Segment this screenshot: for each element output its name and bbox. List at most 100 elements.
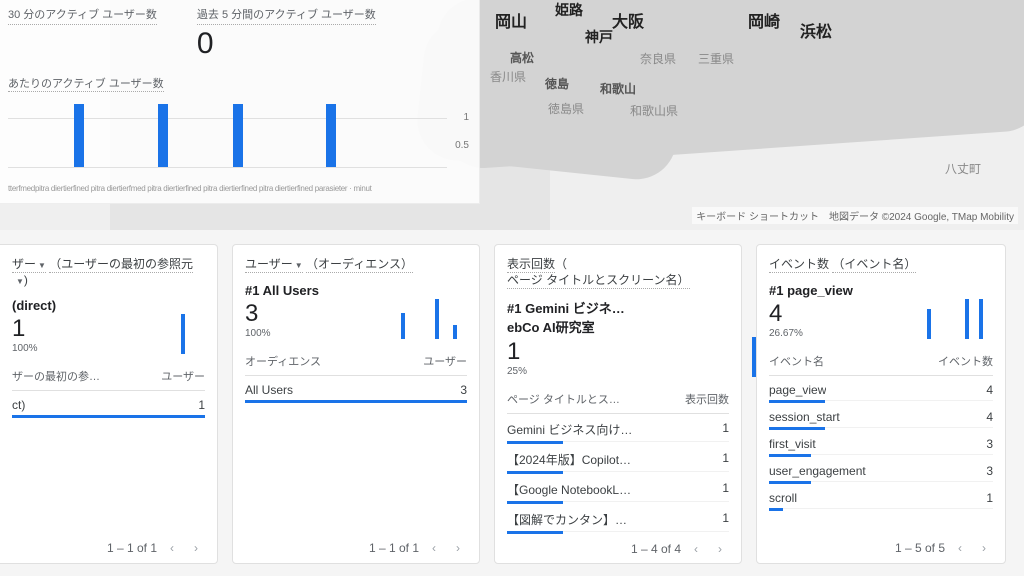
card4-pager: 1 – 5 of 5 ‹ ›	[769, 533, 993, 557]
row-key: Gemini ビジネス向け…	[507, 421, 632, 438]
active-5min-title: 過去 5 分間のアクティブ ユーザー数	[197, 6, 376, 25]
pager-prev-icon[interactable]: ‹	[687, 540, 705, 558]
card3-rank-value: 1	[507, 338, 652, 366]
card3-rank-prefix: #1	[507, 301, 525, 316]
table-row[interactable]: 【2024年版】Copilot… 1	[507, 444, 729, 472]
card1-sparkline	[95, 310, 205, 354]
row-key: user_engagement	[769, 464, 866, 478]
card4-pager-text: 1 – 5 of 5	[895, 541, 945, 555]
card4-rank-value: 4	[769, 300, 853, 328]
table-row[interactable]: Gemini ビジネス向け…1	[507, 414, 729, 442]
pager-prev-icon[interactable]: ‹	[425, 539, 443, 557]
table-row[interactable]: All Users 3	[245, 376, 467, 401]
row-key: scroll	[769, 491, 797, 505]
pager-prev-icon[interactable]: ‹	[163, 539, 181, 557]
row-val: 4	[986, 383, 993, 397]
row-key: first_visit	[769, 437, 816, 451]
card2-rank-value: 3	[245, 300, 319, 328]
row-val: 1	[722, 511, 729, 528]
card2-rank-label: All Users	[263, 283, 319, 298]
y-tick-05: 0.5	[455, 140, 469, 151]
card3-rank-pct: 25%	[507, 366, 652, 377]
card2-th-value: ユーザー	[423, 353, 467, 369]
realtime-overlay-panel: 30 分のアクティブ ユーザー数 過去 5 分間のアクティブ ユーザー数 0 あ…	[0, 0, 480, 204]
card3-rank-label: Gemini ビジネ…ebCo AI研究室	[507, 301, 625, 335]
table-row[interactable]: 【図解でカンタン】… 1	[507, 504, 729, 532]
pager-next-icon[interactable]: ›	[711, 540, 729, 558]
map-label-wakayamaken: 和歌山県	[630, 102, 678, 119]
card4-th-value: イベント数	[938, 353, 993, 369]
table-row[interactable]: 【Google NotebookL… 1	[507, 474, 729, 502]
card3-th-key: ページ タイトルとス…	[507, 391, 620, 407]
card3-pager: 1 – 4 of 4 ‹ ›	[507, 534, 729, 558]
card2-th-key: オーディエンス	[245, 353, 321, 369]
map-label-kobe: 神戸	[585, 27, 613, 47]
map-label-takamatsu: 高松	[510, 49, 534, 66]
row-key: session_start	[769, 410, 840, 424]
row-val: 3	[986, 437, 993, 451]
card1-pager-text: 1 – 1 of 1	[107, 541, 157, 555]
card1-th-key: ザーの最初の参…	[12, 368, 100, 384]
row-key: 【図解でカンタン】…	[507, 511, 627, 528]
map-attribution: キーボード ショートカット 地図データ ©2024 Google, TMap M…	[692, 207, 1018, 224]
table-row[interactable]: ct) 1	[12, 391, 205, 416]
card-events: イベント数 （イベント名） #1 page_view 4 26.67% イベント…	[756, 244, 1006, 564]
card2-pager: 1 – 1 of 1 ‹ ›	[245, 533, 467, 557]
card4-sparkline	[883, 295, 993, 339]
map-label-wakayama: 和歌山	[600, 80, 636, 97]
card-first-source: ザー （ユーザーの最初の参照元) (direct) 1 100% ザーの最初の参…	[0, 244, 218, 564]
map-label-osaka: 大阪	[612, 8, 644, 32]
row-key: page_view	[769, 383, 826, 397]
card2-dim-label: （オーディエンス）	[306, 257, 413, 273]
card2-row1-val: 3	[460, 383, 467, 397]
map-label-mieken: 三重県	[698, 50, 734, 67]
map-label-hachijo: 八丈町	[945, 160, 981, 177]
row-key: 【Google NotebookL…	[507, 481, 631, 498]
pager-next-icon[interactable]: ›	[187, 539, 205, 557]
table-row[interactable]: scroll1	[769, 484, 993, 509]
map-kbd-short[interactable]: キーボード ショートカット	[696, 208, 819, 223]
y-tick-1: 1	[463, 112, 469, 123]
row-val: 1	[722, 451, 729, 468]
pager-next-icon[interactable]: ›	[449, 539, 467, 557]
card-views: 表示回数（ ページ タイトルとスクリーン名） #1 Gemini ビジネ…ebC…	[494, 244, 742, 564]
chevron-down-icon[interactable]	[12, 276, 24, 287]
card1-row1-val: 1	[198, 398, 205, 412]
card2-rank-pct: 100%	[245, 328, 319, 339]
table-row[interactable]: user_engagement3	[769, 457, 993, 482]
map-label-hamamatsu: 浜松	[800, 18, 832, 42]
row-val: 1	[722, 481, 729, 498]
map-label-himeji: 姫路	[555, 0, 583, 20]
card3-sparkline	[652, 333, 729, 377]
table-row[interactable]: session_start4	[769, 403, 993, 428]
card1-pager: 1 – 1 of 1 ‹ ›	[12, 533, 205, 557]
card4-rank-pct: 26.67%	[769, 328, 853, 339]
map-label-kagawaken: 香川県	[490, 68, 526, 85]
pager-next-icon[interactable]: ›	[975, 539, 993, 557]
card1-dim-label: （ユーザーの最初の参照元	[49, 257, 193, 273]
table-row[interactable]: page_view 4	[769, 376, 993, 401]
card2-row1-key: All Users	[245, 383, 293, 397]
map-label-naraken: 奈良県	[640, 50, 676, 67]
card1-th-value: ユーザー	[161, 368, 205, 384]
table-row[interactable]: first_visit 3	[769, 430, 993, 455]
card4-rank-prefix: #1	[769, 283, 787, 298]
map-label-tokushimaken: 徳島県	[548, 100, 584, 117]
card2-metric-picker[interactable]: ユーザー	[245, 257, 303, 273]
map-label-okayama: 岡山	[495, 8, 527, 32]
pager-prev-icon[interactable]: ‹	[951, 539, 969, 557]
card2-rank-prefix: #1	[245, 283, 263, 298]
card3-metric-label[interactable]: 表示回数	[507, 257, 555, 273]
map-label-tokushima: 徳島	[545, 75, 569, 92]
row-key: 【2024年版】Copilot…	[507, 451, 631, 468]
active-30min-title: 30 分のアクティブ ユーザー数	[8, 6, 157, 25]
card1-metric-picker[interactable]: ザー	[12, 257, 46, 273]
per-minute-title: あたりのアクティブ ユーザー数	[8, 75, 164, 92]
card1-rank-label: (direct)	[12, 298, 56, 313]
card3-th-value: 表示回数	[685, 391, 729, 407]
card4-metric-label[interactable]: イベント数	[769, 257, 829, 273]
active-per-minute-chart: 1 0.5	[8, 98, 471, 182]
card-audience: ユーザー （オーディエンス） #1 All Users 3 100% オーディエ…	[232, 244, 480, 564]
active-5min-value: 0	[197, 27, 376, 61]
card1-rank-value: 1	[12, 315, 56, 343]
